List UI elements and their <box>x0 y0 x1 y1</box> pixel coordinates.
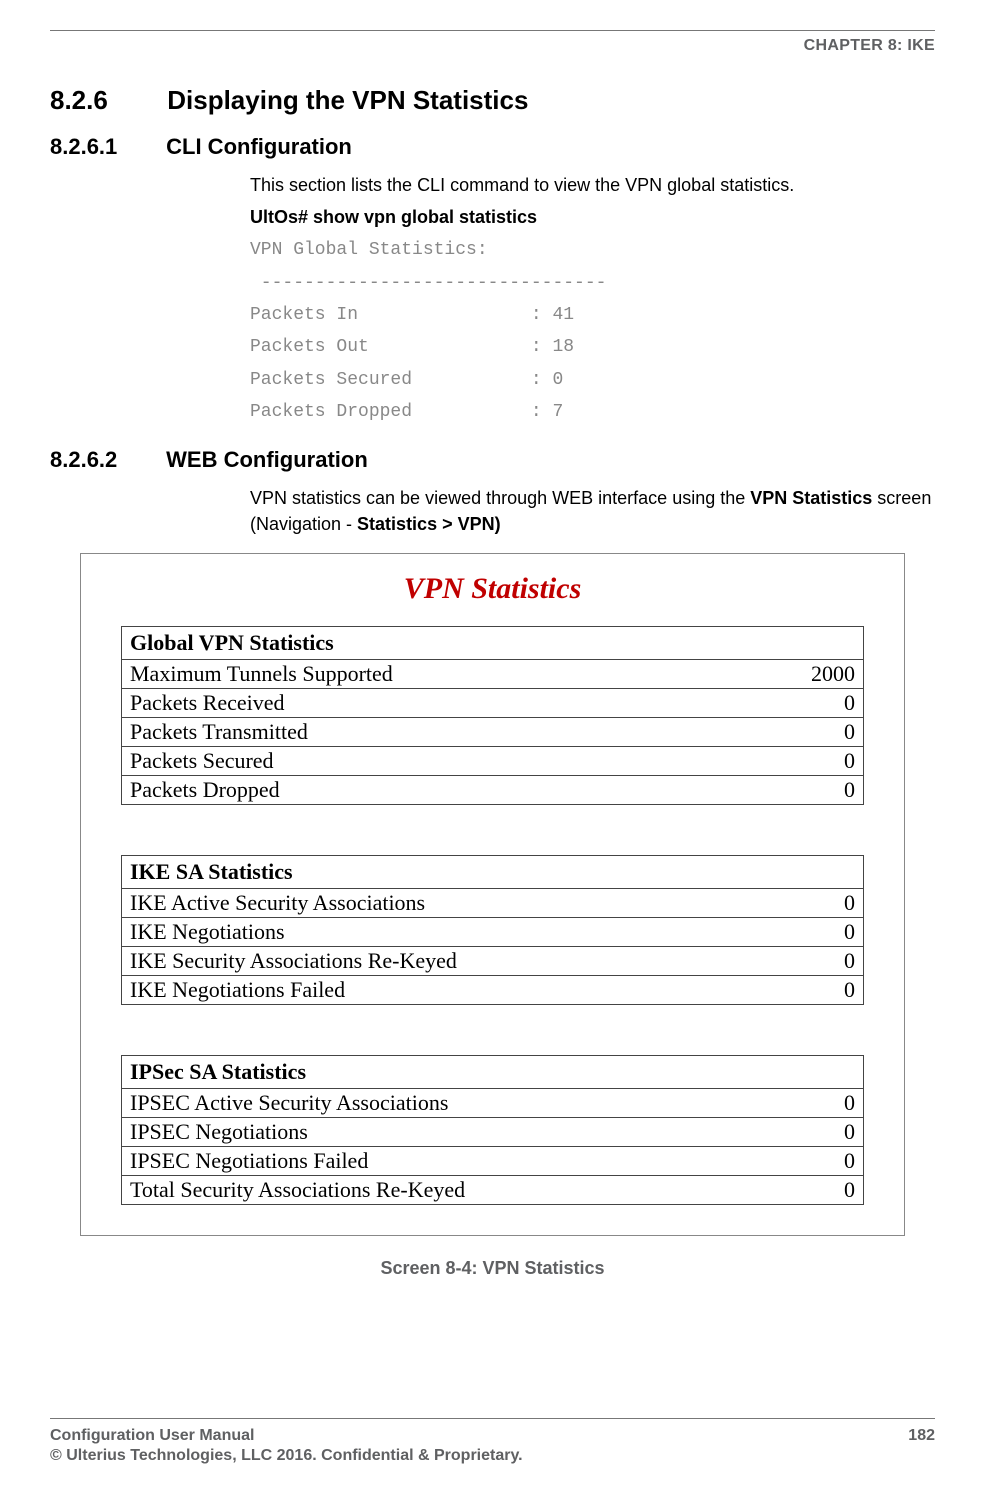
footer-page-number: 182 <box>908 1427 935 1445</box>
table-row: IPSEC Negotiations 0 <box>122 1118 863 1147</box>
table-row: Packets Dropped 0 <box>122 776 863 804</box>
cli-output: VPN Global Statistics: -----------------… <box>250 234 935 428</box>
stat-value: 2000 <box>811 661 855 687</box>
stat-label: IKE Security Associations Re-Keyed <box>130 948 457 974</box>
table-row: IKE Negotiations 0 <box>122 918 863 947</box>
section-number: 8.2.6 <box>50 85 160 116</box>
page-footer: Configuration User Manual 182 © Ulterius… <box>50 1418 935 1465</box>
table-row: Packets Received 0 <box>122 689 863 718</box>
table-row: Total Security Associations Re-Keyed 0 <box>122 1176 863 1204</box>
footer-manual-title: Configuration User Manual <box>50 1427 254 1445</box>
stat-label: IPSEC Negotiations Failed <box>130 1148 368 1174</box>
stat-value: 0 <box>844 1148 855 1174</box>
stat-label: Packets Secured <box>130 748 274 774</box>
stat-value: 0 <box>844 719 855 745</box>
stat-value: 0 <box>844 890 855 916</box>
vpn-statistics-figure: VPN Statistics Global VPN Statistics Max… <box>80 553 905 1236</box>
web-para-pre: VPN statistics can be viewed through WEB… <box>250 488 750 508</box>
stat-label: Total Security Associations Re-Keyed <box>130 1177 465 1203</box>
table-row: Maximum Tunnels Supported 2000 <box>122 660 863 689</box>
subsection-1-heading: 8.2.6.1 CLI Configuration <box>50 134 935 160</box>
stat-label: IKE Active Security Associations <box>130 890 425 916</box>
footer-copyright: © Ulterius Technologies, LLC 2016. Confi… <box>50 1447 935 1465</box>
stat-value: 0 <box>844 748 855 774</box>
stat-value: 0 <box>844 1119 855 1145</box>
table-row: Packets Transmitted 0 <box>122 718 863 747</box>
table-row: IKE Security Associations Re-Keyed 0 <box>122 947 863 976</box>
stat-label: IPSEC Negotiations <box>130 1119 308 1145</box>
subsection-2-number: 8.2.6.2 <box>50 447 160 473</box>
ipsec-sa-statistics-block: IPSec SA Statistics IPSEC Active Securit… <box>121 1055 864 1205</box>
table-row: Packets Secured 0 <box>122 747 863 776</box>
stat-value: 0 <box>844 1090 855 1116</box>
stat-label: IPSEC Active Security Associations <box>130 1090 448 1116</box>
block-header: Global VPN Statistics <box>122 627 863 660</box>
stat-value: 0 <box>844 1177 855 1203</box>
table-row: IPSEC Active Security Associations 0 <box>122 1089 863 1118</box>
table-row: IKE Negotiations Failed 0 <box>122 976 863 1004</box>
stat-value: 0 <box>844 977 855 1003</box>
subsection-2-title: WEB Configuration <box>166 447 368 472</box>
chapter-header: CHAPTER 8: IKE <box>50 37 935 55</box>
section-title: Displaying the VPN Statistics <box>167 85 528 115</box>
web-paragraph: VPN statistics can be viewed through WEB… <box>250 485 935 537</box>
stat-label: Packets Dropped <box>130 777 280 803</box>
stat-label: Packets Received <box>130 690 285 716</box>
stat-value: 0 <box>844 948 855 974</box>
stat-value: 0 <box>844 777 855 803</box>
subsection-1-number: 8.2.6.1 <box>50 134 160 160</box>
block-header: IKE SA Statistics <box>122 856 863 889</box>
table-row: IPSEC Negotiations Failed 0 <box>122 1147 863 1176</box>
stat-value: 0 <box>844 690 855 716</box>
footer-rule <box>50 1418 935 1419</box>
subsection-1-title: CLI Configuration <box>166 134 352 159</box>
stat-label: Maximum Tunnels Supported <box>130 661 393 687</box>
stat-label: IKE Negotiations <box>130 919 285 945</box>
global-vpn-statistics-block: Global VPN Statistics Maximum Tunnels Su… <box>121 626 864 805</box>
web-para-bold1: VPN Statistics <box>750 488 872 508</box>
web-para-bold2: Statistics > VPN) <box>357 514 501 534</box>
stat-label: Packets Transmitted <box>130 719 308 745</box>
stat-label: IKE Negotiations Failed <box>130 977 345 1003</box>
figure-caption: Screen 8-4: VPN Statistics <box>50 1258 935 1279</box>
table-row: IKE Active Security Associations 0 <box>122 889 863 918</box>
figure-title: VPN Statistics <box>121 572 864 606</box>
stat-value: 0 <box>844 919 855 945</box>
subsection-2-heading: 8.2.6.2 WEB Configuration <box>50 447 935 473</box>
top-rule <box>50 30 935 31</box>
ike-sa-statistics-block: IKE SA Statistics IKE Active Security As… <box>121 855 864 1005</box>
section-heading: 8.2.6 Displaying the VPN Statistics <box>50 85 935 116</box>
cli-intro-text: This section lists the CLI command to vi… <box>250 172 935 198</box>
block-header: IPSec SA Statistics <box>122 1056 863 1089</box>
cli-command: UltOs# show vpn global statistics <box>250 204 935 230</box>
